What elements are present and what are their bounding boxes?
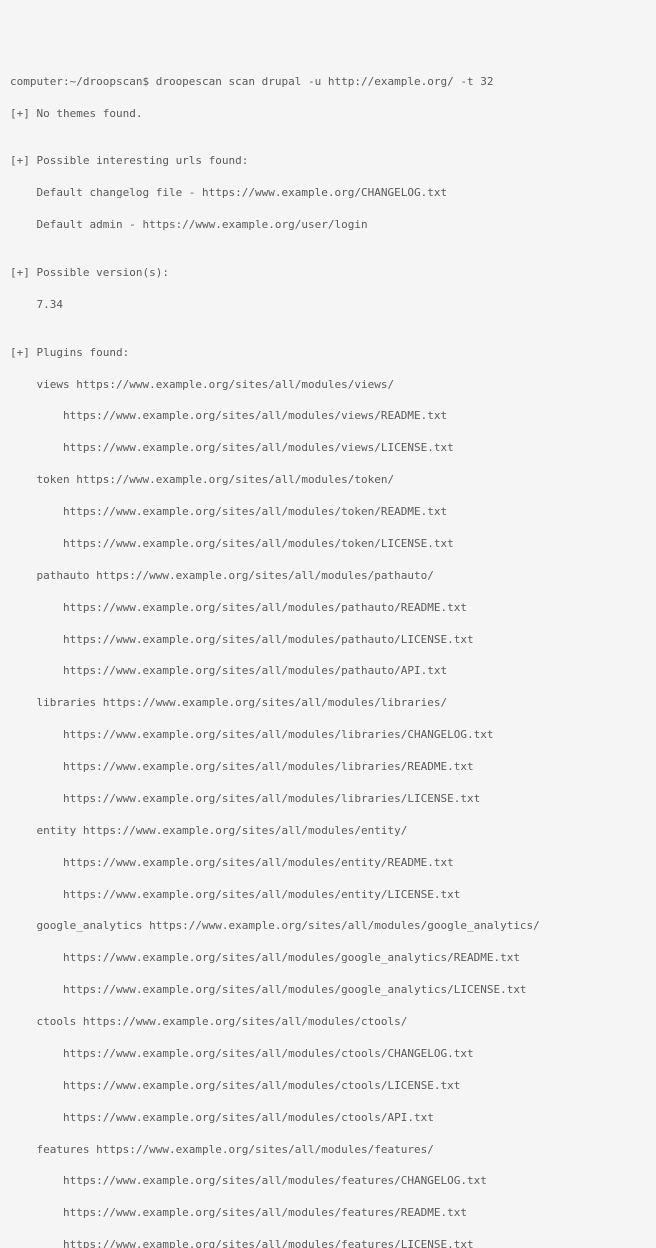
plugin-entry: https://www.example.org/sites/all/module… bbox=[10, 759, 646, 775]
plugin-entry: https://www.example.org/sites/all/module… bbox=[10, 1237, 646, 1248]
url-entry: Default changelog file - https://www.exa… bbox=[10, 185, 646, 201]
plugin-entry: https://www.example.org/sites/all/module… bbox=[10, 440, 646, 456]
plugin-entry: https://www.example.org/sites/all/module… bbox=[10, 632, 646, 648]
plugin-entry: https://www.example.org/sites/all/module… bbox=[10, 1110, 646, 1126]
plugin-entry: https://www.example.org/sites/all/module… bbox=[10, 1046, 646, 1062]
plugin-entry: pathauto https://www.example.org/sites/a… bbox=[10, 568, 646, 584]
versions-header: [+] Possible version(s): bbox=[10, 265, 646, 281]
plugin-entry: https://www.example.org/sites/all/module… bbox=[10, 950, 646, 966]
plugin-entry: https://www.example.org/sites/all/module… bbox=[10, 855, 646, 871]
plugin-entry: token https://www.example.org/sites/all/… bbox=[10, 472, 646, 488]
plugin-entry: https://www.example.org/sites/all/module… bbox=[10, 600, 646, 616]
plugin-entry: https://www.example.org/sites/all/module… bbox=[10, 982, 646, 998]
plugin-entry: https://www.example.org/sites/all/module… bbox=[10, 887, 646, 903]
plugin-entry: https://www.example.org/sites/all/module… bbox=[10, 1173, 646, 1189]
plugin-entry: libraries https://www.example.org/sites/… bbox=[10, 695, 646, 711]
url-entry: Default admin - https://www.example.org/… bbox=[10, 217, 646, 233]
plugin-entry: https://www.example.org/sites/all/module… bbox=[10, 408, 646, 424]
plugin-entry: https://www.example.org/sites/all/module… bbox=[10, 536, 646, 552]
plugin-entry: google_analytics https://www.example.org… bbox=[10, 918, 646, 934]
themes-result: [+] No themes found. bbox=[10, 106, 646, 122]
plugins-header: [+] Plugins found: bbox=[10, 345, 646, 361]
plugin-entry: features https://www.example.org/sites/a… bbox=[10, 1142, 646, 1158]
plugin-entry: https://www.example.org/sites/all/module… bbox=[10, 791, 646, 807]
plugin-entry: https://www.example.org/sites/all/module… bbox=[10, 727, 646, 743]
plugin-entry: views https://www.example.org/sites/all/… bbox=[10, 377, 646, 393]
plugin-entry: https://www.example.org/sites/all/module… bbox=[10, 1078, 646, 1094]
terminal-prompt-line: computer:~/droopscan$ droopescan scan dr… bbox=[10, 74, 646, 90]
plugin-entry: entity https://www.example.org/sites/all… bbox=[10, 823, 646, 839]
plugin-entry: ctools https://www.example.org/sites/all… bbox=[10, 1014, 646, 1030]
plugin-entry: https://www.example.org/sites/all/module… bbox=[10, 1205, 646, 1221]
plugin-entry: https://www.example.org/sites/all/module… bbox=[10, 504, 646, 520]
urls-header: [+] Possible interesting urls found: bbox=[10, 153, 646, 169]
plugin-entry: https://www.example.org/sites/all/module… bbox=[10, 663, 646, 679]
version-entry: 7.34 bbox=[10, 297, 646, 313]
